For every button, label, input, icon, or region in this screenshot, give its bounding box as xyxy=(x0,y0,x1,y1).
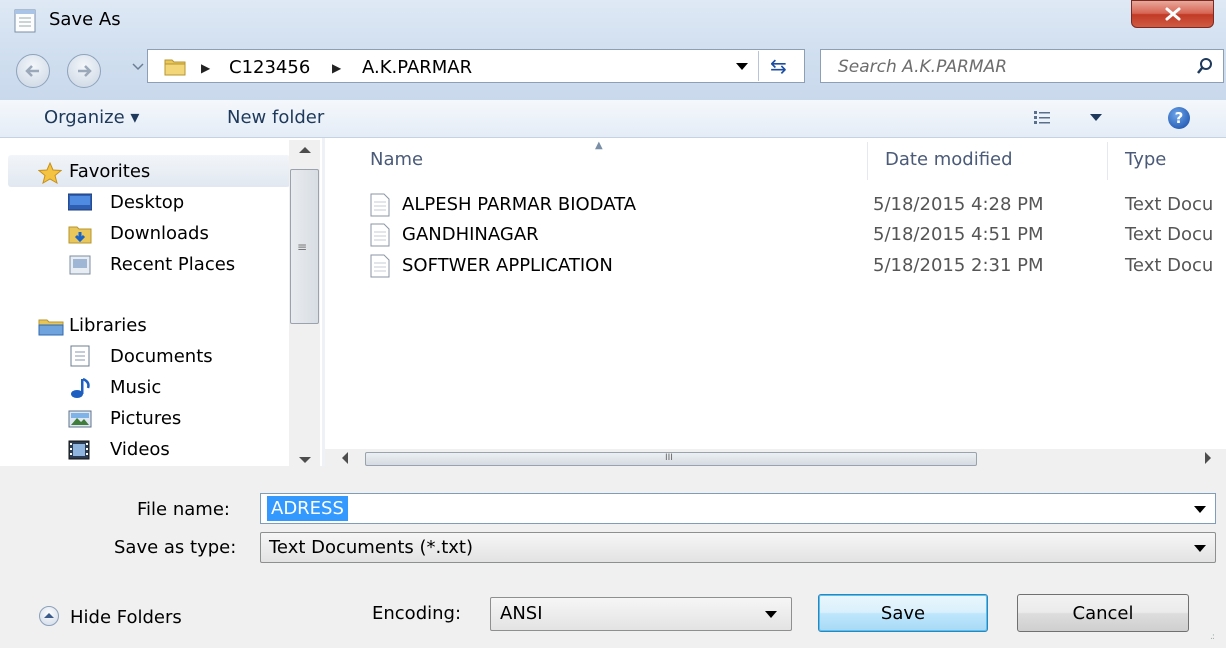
column-header-date[interactable]: Date modified xyxy=(885,149,1013,170)
pictures-icon xyxy=(68,410,92,428)
scroll-right-icon[interactable] xyxy=(1204,452,1212,464)
file-name[interactable]: ALPESH PARMAR BIODATA xyxy=(402,194,636,215)
save-type-value: Text Documents (*.txt) xyxy=(269,537,474,558)
sidebar-item-downloads[interactable]: Downloads xyxy=(110,223,209,244)
videos-icon xyxy=(68,440,90,460)
address-dropdown-icon[interactable] xyxy=(736,63,748,71)
encoding-label: Encoding: xyxy=(372,603,462,624)
desktop-icon xyxy=(68,193,92,211)
help-icon[interactable]: ? xyxy=(1168,107,1190,129)
scroll-grip-icon: III xyxy=(665,453,673,463)
sidebar-item-favorites[interactable]: Favorites xyxy=(69,161,150,182)
file-name[interactable]: SOFTWER APPLICATION xyxy=(402,255,613,276)
scroll-grip-icon: ≡ xyxy=(297,240,308,254)
scroll-left-icon[interactable] xyxy=(341,452,349,464)
sidebar-item-pictures[interactable]: Pictures xyxy=(110,408,181,429)
recent-locations-dropdown-icon[interactable] xyxy=(132,63,144,71)
pane-divider[interactable] xyxy=(322,138,325,466)
downloads-icon xyxy=(68,226,92,244)
scroll-down-icon[interactable] xyxy=(299,456,311,464)
column-header-type[interactable]: Type xyxy=(1125,149,1166,170)
documents-icon xyxy=(70,345,90,367)
hide-folders-icon[interactable] xyxy=(39,606,59,626)
refresh-icon[interactable]: ⇆ xyxy=(770,54,787,78)
cancel-button[interactable]: Cancel xyxy=(1017,594,1189,632)
view-dropdown-icon[interactable] xyxy=(1090,114,1102,122)
save-type-label: Save as type: xyxy=(114,537,237,558)
column-header-name[interactable]: Name xyxy=(370,149,423,170)
organize-button[interactable]: Organize ▾ xyxy=(44,107,139,128)
window-title: Save As xyxy=(49,9,121,30)
sidebar-item-desktop[interactable]: Desktop xyxy=(110,192,184,213)
file-name-field[interactable] xyxy=(260,493,1216,524)
music-icon xyxy=(71,377,90,398)
file-type: Text Docu xyxy=(1125,194,1214,215)
breadcrumb-item[interactable]: C123456 xyxy=(229,57,310,78)
search-icon[interactable] xyxy=(1196,57,1214,75)
file-type: Text Docu xyxy=(1125,255,1214,276)
notepad-icon xyxy=(14,9,36,33)
file-name[interactable]: GANDHINAGAR xyxy=(402,224,539,245)
resize-grip-icon[interactable]: .: xyxy=(1210,632,1215,642)
close-icon xyxy=(1165,7,1180,21)
column-separator[interactable] xyxy=(867,142,868,180)
text-file-icon xyxy=(370,193,390,217)
file-date: 5/18/2015 4:51 PM xyxy=(873,224,1044,245)
recent-places-icon xyxy=(69,255,91,275)
hide-folders-button[interactable]: Hide Folders xyxy=(70,607,182,628)
forward-arrow-icon xyxy=(78,65,92,77)
view-options-icon[interactable] xyxy=(1034,111,1050,125)
sidebar-item-libraries[interactable]: Libraries xyxy=(69,315,147,336)
column-separator[interactable] xyxy=(1107,142,1108,180)
star-icon xyxy=(38,162,62,184)
scroll-up-icon[interactable] xyxy=(299,146,311,154)
breadcrumb-separator[interactable]: ▶ xyxy=(201,61,210,75)
file-name-label: File name: xyxy=(137,499,230,520)
file-date: 5/18/2015 2:31 PM xyxy=(873,255,1044,276)
chevron-up-icon xyxy=(44,613,54,618)
sidebar-item-videos[interactable]: Videos xyxy=(110,439,170,460)
back-button[interactable] xyxy=(16,54,50,88)
sidebar-item-documents[interactable]: Documents xyxy=(110,346,213,367)
close-button[interactable] xyxy=(1131,0,1214,28)
save-button[interactable]: Save xyxy=(818,594,988,632)
search-placeholder: Search A.K.PARMAR xyxy=(838,57,1008,77)
forward-button[interactable] xyxy=(67,54,101,88)
file-type: Text Docu xyxy=(1125,224,1214,245)
file-name-dropdown-icon[interactable] xyxy=(1194,506,1206,513)
sort-ascending-icon: ▲ xyxy=(595,140,603,151)
libraries-icon xyxy=(38,319,64,336)
file-name-value[interactable]: ADRESS xyxy=(267,496,348,521)
folder-icon xyxy=(164,59,186,76)
text-file-icon xyxy=(370,254,390,278)
sidebar-item-music[interactable]: Music xyxy=(110,377,161,398)
back-arrow-icon xyxy=(25,65,39,77)
encoding-dropdown-icon[interactable] xyxy=(765,611,777,618)
file-date: 5/18/2015 4:28 PM xyxy=(873,194,1044,215)
breadcrumb-separator[interactable]: ▶ xyxy=(332,61,341,75)
encoding-value: ANSI xyxy=(500,603,543,624)
sidebar-item-recent-places[interactable]: Recent Places xyxy=(110,254,235,275)
new-folder-button[interactable]: New folder xyxy=(227,107,324,128)
save-type-dropdown-icon[interactable] xyxy=(1194,545,1206,552)
breadcrumb-item[interactable]: A.K.PARMAR xyxy=(362,57,472,78)
text-file-icon xyxy=(370,223,390,247)
address-divider xyxy=(758,51,759,81)
